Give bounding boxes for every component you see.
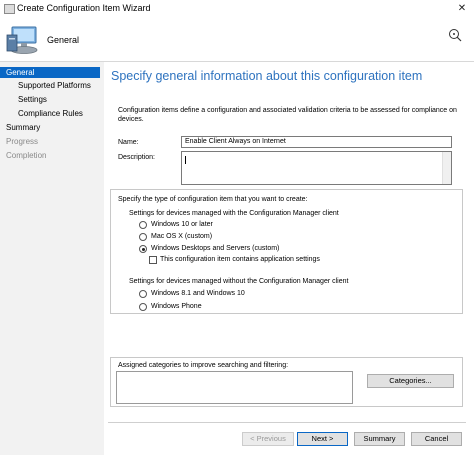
option-windows-8-1-label[interactable]: Windows 8.1 and Windows 10 [151, 290, 245, 297]
intro-text: Configuration items define a configurati… [118, 107, 457, 114]
app-settings-label[interactable]: This configuration item contains applica… [160, 256, 320, 263]
nav-item-general[interactable]: General [0, 67, 100, 78]
summary-button[interactable]: Summary [354, 432, 405, 446]
managed-label: Settings for devices managed with the Co… [129, 210, 339, 217]
cancel-button[interactable]: Cancel [411, 432, 462, 446]
description-scrollbar[interactable] [442, 152, 451, 184]
radio-windows-8-1[interactable] [139, 290, 147, 298]
description-input[interactable] [181, 151, 452, 185]
title-bar: Create Configuration Item Wizard ✕ [0, 0, 474, 17]
intro-text-2: devices. [118, 116, 144, 123]
nav-item-progress: Progress [6, 137, 39, 146]
main-panel: Specify general information about this c… [104, 62, 474, 455]
nav-item-summary[interactable]: Summary [6, 123, 40, 132]
help-icon[interactable] [448, 28, 462, 47]
categories-button[interactable]: Categories... [367, 374, 454, 388]
wizard-nav: General Supported Platforms Settings Com… [0, 62, 104, 455]
previous-button[interactable]: < Previous [242, 432, 294, 446]
option-windows-phone-label[interactable]: Windows Phone [151, 303, 202, 310]
section-heading: Specify general information about this c… [111, 69, 423, 83]
nav-item-settings[interactable]: Settings [18, 95, 47, 104]
page-title: General [47, 35, 80, 45]
app-icon [4, 4, 15, 14]
unmanaged-label: Settings for devices managed without the… [129, 278, 349, 285]
computer-icon [6, 25, 40, 60]
categories-list[interactable] [116, 371, 353, 404]
wizard-header: General [0, 17, 474, 62]
radio-windows-phone[interactable] [139, 303, 147, 311]
name-input[interactable]: Enable Client Always on Internet [181, 136, 452, 148]
text-caret [185, 156, 186, 164]
nav-item-supported-platforms[interactable]: Supported Platforms [18, 81, 91, 90]
window-title: Create Configuration Item Wizard [17, 3, 151, 13]
close-icon[interactable]: ✕ [450, 0, 474, 17]
footer-divider [108, 422, 466, 423]
app-settings-checkbox[interactable] [149, 256, 157, 264]
radio-mac-os-x[interactable] [139, 233, 147, 241]
type-label: Specify the type of configuration item t… [118, 196, 308, 203]
radio-windows-desktops-servers[interactable] [139, 245, 147, 253]
categories-label: Assigned categories to improve searching… [118, 362, 289, 369]
name-label: Name: [118, 139, 139, 146]
option-windows-desktops-servers-label[interactable]: Windows Desktops and Servers (custom) [151, 245, 279, 252]
description-label: Description: [118, 154, 155, 161]
option-mac-os-x-label[interactable]: Mac OS X (custom) [151, 233, 212, 240]
radio-windows-10[interactable] [139, 221, 147, 229]
nav-item-completion: Completion [6, 151, 47, 160]
next-button[interactable]: Next > [297, 432, 348, 446]
nav-item-compliance-rules[interactable]: Compliance Rules [18, 109, 83, 118]
option-windows-10-label[interactable]: Windows 10 or later [151, 221, 213, 228]
